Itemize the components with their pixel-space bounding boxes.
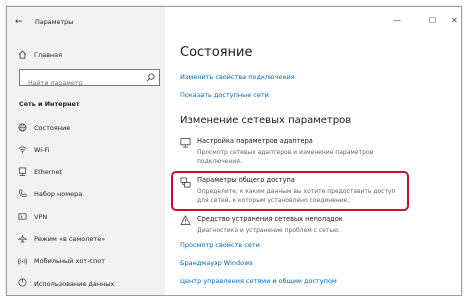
sidebar-item-data-usage[interactable]: Использование данных <box>34 280 114 288</box>
sidebar-item-hotspot[interactable]: Мобильный хот-спот <box>34 257 105 265</box>
sidebar-item-ethernet[interactable]: Ethernet <box>34 168 62 176</box>
view-network-properties-link[interactable]: Просмотр свойств сети <box>180 241 260 249</box>
back-button[interactable]: ← <box>15 17 23 27</box>
sharing-icon <box>180 177 191 188</box>
sharing-options-link[interactable]: Параметры общего доступа <box>197 176 295 184</box>
sidebar-item-wifi[interactable]: Wi-Fi <box>34 146 50 154</box>
minimize-button[interactable]: — <box>393 16 401 25</box>
data-usage-icon <box>18 278 27 287</box>
ethernet-icon <box>18 167 27 176</box>
network-sharing-center-link[interactable]: Центр управления сетями и общим доступом <box>180 277 337 285</box>
warning-icon <box>180 215 191 225</box>
wifi-icon <box>18 146 27 154</box>
troubleshooter-description: Диагностика и устранение проблем с сетью… <box>197 227 340 234</box>
windows-firewall-link[interactable]: Брандмауэр Windows <box>180 259 253 267</box>
settings-window: ← Параметры Главная Сеть и Интернет Сост… <box>6 6 462 296</box>
vpn-icon <box>18 213 27 220</box>
troubleshooter-link[interactable]: Средство устранения сетевых неполадок <box>197 215 343 223</box>
section-heading: Изменение сетевых параметров <box>180 115 352 126</box>
page-title: Состояние <box>180 45 253 60</box>
sidebar-item-vpn[interactable]: VPN <box>34 213 47 221</box>
adapter-icon <box>180 138 191 148</box>
maximize-button[interactable]: ☐ <box>429 16 436 25</box>
hotspot-icon <box>18 258 27 265</box>
home-icon <box>18 50 27 59</box>
airplane-icon <box>18 234 27 243</box>
sidebar-item-airplane[interactable]: Режим «в самолете» <box>34 235 105 243</box>
search-field[interactable] <box>19 69 160 90</box>
sidebar: ← Параметры Главная Сеть и Интернет Сост… <box>7 7 165 295</box>
sidebar-item-status[interactable]: Состояние <box>34 124 70 132</box>
sidebar-item-home[interactable]: Главная <box>34 51 62 59</box>
change-connection-properties-link[interactable]: Изменить свойства подключения <box>180 73 295 81</box>
search-input[interactable] <box>28 77 143 90</box>
sidebar-item-dialup[interactable]: Набор номера <box>34 190 82 198</box>
search-icon[interactable] <box>146 73 155 82</box>
close-button[interactable]: ✕ <box>451 16 458 25</box>
sharing-options-description: Определите, к каким данным вы хотите пре… <box>197 188 396 204</box>
section-title: Сеть и Интернет <box>19 100 80 108</box>
main-panel: — ☐ ✕ Состояние Изменить свойства подклю… <box>165 7 461 295</box>
adapter-settings-link[interactable]: Настройка параметров адаптера <box>197 137 313 145</box>
phone-icon <box>19 189 27 197</box>
globe-icon <box>18 123 27 132</box>
adapter-settings-description: Просмотр сетевых адаптеров и изменение п… <box>197 149 374 165</box>
window-title: Параметры <box>35 18 74 26</box>
show-available-networks-link[interactable]: Показать доступные сети <box>180 91 269 99</box>
